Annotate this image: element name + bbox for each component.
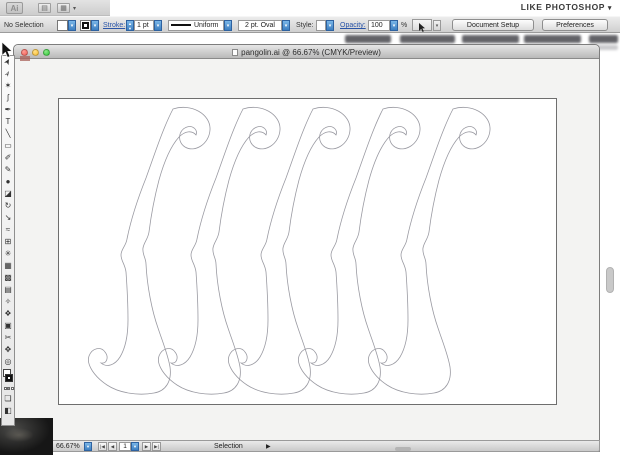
- blurred-text-artifact: [589, 35, 618, 43]
- rotate-tool[interactable]: ↻: [2, 200, 14, 212]
- artboard-tool[interactable]: ▣: [2, 320, 14, 332]
- chevron-down-icon: ▾: [608, 5, 612, 12]
- previous-artboard-button[interactable]: ◀: [108, 442, 117, 451]
- document-setup-button[interactable]: Document Setup: [452, 19, 534, 31]
- pasteboard[interactable]: [14, 59, 599, 441]
- select-similar-dropdown[interactable]: ▾: [433, 20, 441, 31]
- fill-color-swatch[interactable]: [57, 20, 68, 31]
- stroke-color-swatch[interactable]: [80, 20, 91, 31]
- application-bar: Ai ▤ ▦ ▾ LIKE PHOTOSHOP ▾: [0, 0, 620, 16]
- gradient-tool[interactable]: ▤: [2, 284, 14, 296]
- select-similar-widget[interactable]: [412, 19, 432, 31]
- blurred-text-artifact: [462, 35, 519, 43]
- bridge-icon[interactable]: ▤: [38, 3, 51, 13]
- screen-mode-icon[interactable]: ◧: [2, 405, 14, 417]
- scale-tool[interactable]: ↘: [2, 212, 14, 224]
- style-label: Style:: [296, 22, 314, 29]
- next-artboard-button[interactable]: ▶: [142, 442, 151, 451]
- warp-tool[interactable]: ≈: [2, 224, 14, 236]
- eyedropper-tool[interactable]: ✧: [2, 296, 14, 308]
- tools-panel: ➤ ➢ ✶ ʃ ✒ T ╲ ▭ ✐ ✎ ● ◪ ↻ ↘ ≈ ⊞ ✳ ▦ ▩ ▤ …: [1, 55, 15, 426]
- selection-status-label: No Selection: [4, 22, 44, 29]
- artboard-number-field[interactable]: 1: [119, 442, 131, 451]
- stroke-weight-dropdown[interactable]: ▾: [154, 20, 162, 31]
- video-artifact: [20, 56, 30, 61]
- pencil-tool[interactable]: ✎: [2, 164, 14, 176]
- status-menu-arrow-icon[interactable]: ▶: [266, 443, 271, 450]
- artwork-canvas[interactable]: [59, 99, 558, 406]
- status-indicator-label[interactable]: Selection: [214, 443, 243, 450]
- variable-width-profile-field[interactable]: Uniform: [168, 20, 224, 31]
- stroke-line-preview: [171, 24, 191, 26]
- opacity-field[interactable]: 100: [368, 20, 390, 31]
- none-mode-icon[interactable]: [11, 387, 14, 390]
- brush-definition-dropdown[interactable]: ▾: [282, 20, 290, 31]
- page-scrollbar-thumb[interactable]: [606, 267, 614, 293]
- brush-definition-field[interactable]: 2 pt. Oval: [238, 20, 282, 31]
- variable-width-dropdown[interactable]: ▾: [224, 20, 232, 31]
- pen-tool[interactable]: ✒: [2, 104, 14, 116]
- eraser-tool[interactable]: ◪: [2, 188, 14, 200]
- like-photoshop-label: LIKE PHOTOSHOP: [521, 2, 605, 12]
- cursor-arrow-icon: [418, 23, 427, 33]
- percent-label: %: [401, 22, 407, 29]
- zoom-level-field[interactable]: 66.67%: [56, 443, 80, 450]
- free-transform-tool[interactable]: ⊞: [2, 236, 14, 248]
- magic-wand-tool[interactable]: ✶: [2, 80, 14, 92]
- window-title-text: pangolin.ai @ 66.67% (CMYK/Preview): [241, 48, 381, 57]
- artboard[interactable]: [58, 98, 557, 405]
- hand-tool[interactable]: ✥: [2, 344, 14, 356]
- opacity-panel-link[interactable]: Opacity:: [340, 22, 366, 29]
- lasso-tool[interactable]: ʃ: [2, 92, 14, 104]
- width-profile-label: Uniform: [194, 22, 219, 29]
- like-photoshop-menu[interactable]: LIKE PHOTOSHOP ▾: [521, 2, 612, 12]
- paintbrush-tool[interactable]: ✐: [2, 152, 14, 164]
- f-hole-shape-group: [88, 107, 490, 394]
- symbol-sprayer-tool[interactable]: ✳: [2, 248, 14, 260]
- slice-tool[interactable]: ✂: [2, 332, 14, 344]
- document-window: pangolin.ai @ 66.67% (CMYK/Preview): [13, 44, 600, 452]
- control-panel: No Selection ▾ ▾ Stroke: ▲ ▼ 1 pt ▾ Unif…: [0, 16, 620, 33]
- style-dropdown[interactable]: ▾: [326, 20, 334, 31]
- status-bar: 66.67% ▾ |◀ ◀ 1 ▾ ▶ ▶| Selection ▶: [13, 440, 600, 452]
- mouse-cursor-icon: [1, 42, 14, 59]
- window-title: pangolin.ai @ 66.67% (CMYK/Preview): [14, 48, 599, 57]
- arrange-documents-icon[interactable]: ▦: [57, 3, 70, 13]
- blend-tool[interactable]: ❖: [2, 308, 14, 320]
- draw-mode-icon[interactable]: ❏: [2, 393, 14, 405]
- fill-stroke-indicator[interactable]: [2, 369, 14, 386]
- zoom-level-dropdown[interactable]: ▾: [84, 442, 92, 451]
- line-segment-tool[interactable]: ╲: [2, 128, 14, 140]
- rectangle-tool[interactable]: ▭: [2, 140, 14, 152]
- illustrator-logo: Ai: [6, 2, 23, 14]
- opacity-dropdown[interactable]: ▾: [390, 20, 398, 31]
- blob-brush-tool[interactable]: ●: [2, 176, 14, 188]
- blurred-text-artifact: [345, 35, 391, 43]
- window-title-bar[interactable]: pangolin.ai @ 66.67% (CMYK/Preview): [14, 45, 599, 59]
- stroke-color-dropdown[interactable]: ▾: [91, 20, 99, 31]
- blurred-text-artifact: [524, 35, 581, 43]
- f-hole-shape-5[interactable]: [368, 107, 490, 394]
- stroke-panel-link[interactable]: Stroke:: [103, 22, 125, 29]
- fill-color-dropdown[interactable]: ▾: [68, 20, 76, 31]
- arrange-documents-caret-icon[interactable]: ▾: [73, 5, 76, 12]
- stroke-weight-stepper[interactable]: ▲ ▼: [126, 20, 134, 31]
- stroke-swatch[interactable]: [5, 374, 13, 382]
- artboard-number-dropdown[interactable]: ▾: [131, 442, 139, 451]
- stepper-down-icon[interactable]: ▼: [127, 26, 133, 31]
- first-artboard-button[interactable]: |◀: [98, 442, 107, 451]
- last-artboard-button[interactable]: ▶|: [152, 442, 161, 451]
- stroke-weight-field[interactable]: 1 pt: [134, 20, 154, 31]
- blurred-text-artifact: [400, 35, 455, 43]
- style-field[interactable]: [316, 20, 326, 31]
- mesh-tool[interactable]: ▩: [2, 272, 14, 284]
- document-proxy-icon: [232, 49, 238, 56]
- type-tool[interactable]: T: [2, 116, 14, 128]
- preferences-button[interactable]: Preferences: [542, 19, 608, 31]
- scroll-smudge-artifact: [395, 447, 411, 451]
- column-graph-tool[interactable]: ▦: [2, 260, 14, 272]
- zoom-tool[interactable]: ◎: [2, 356, 14, 368]
